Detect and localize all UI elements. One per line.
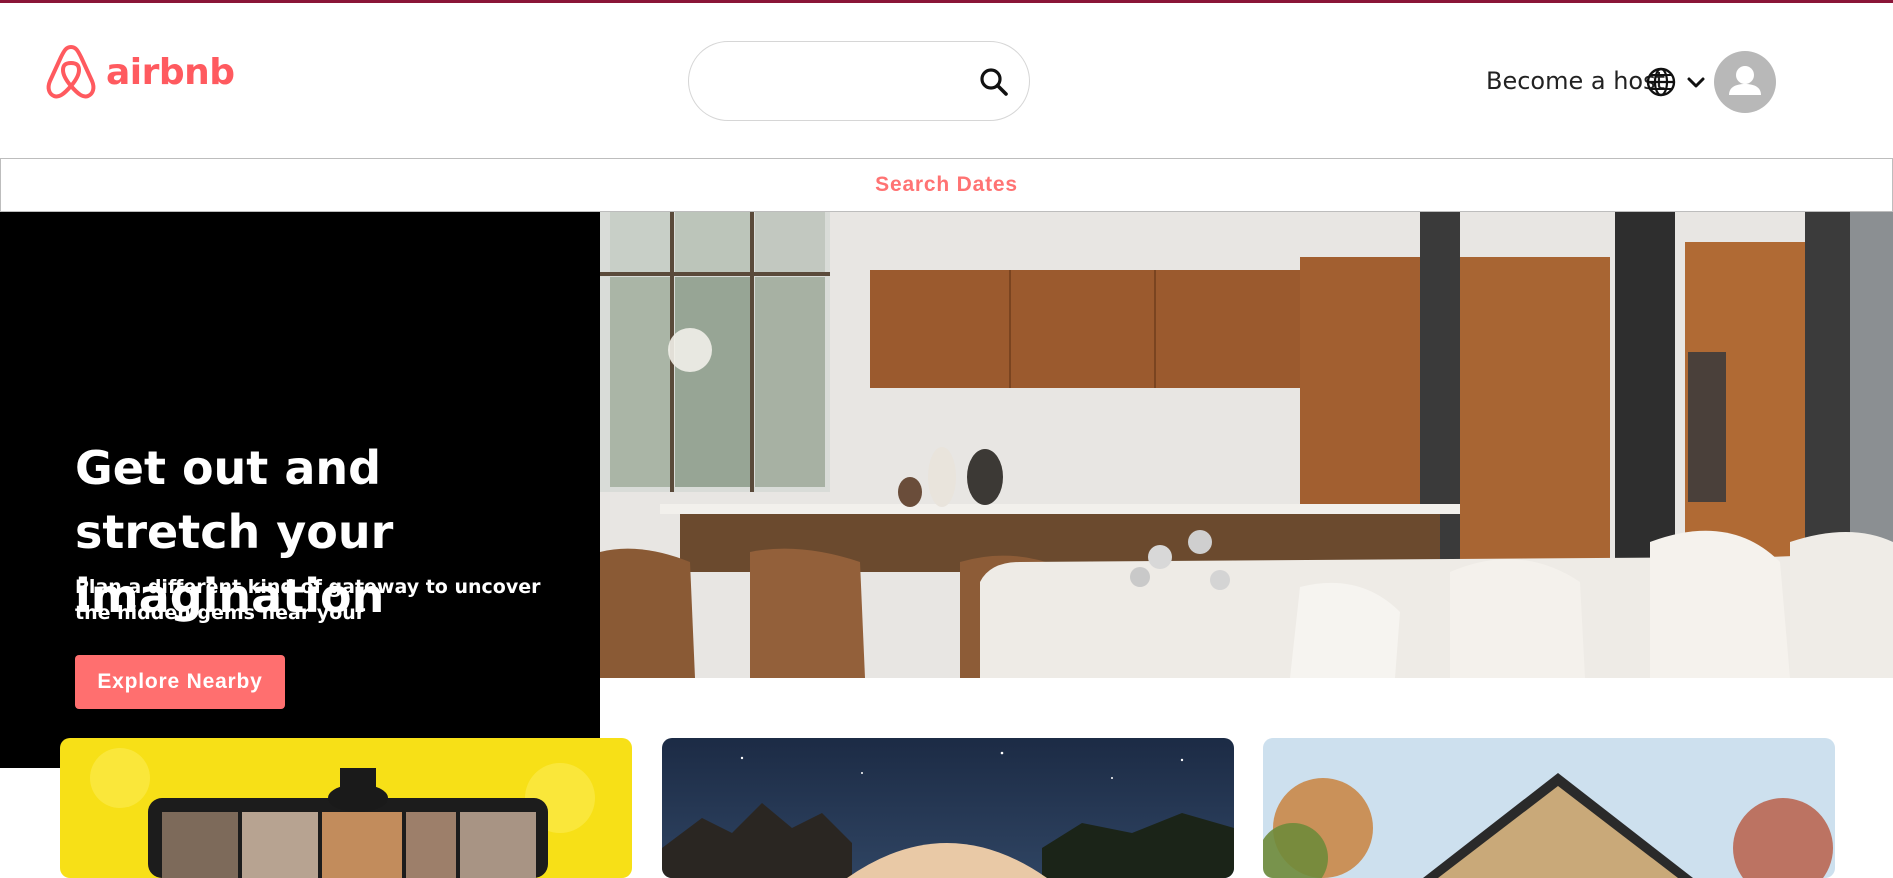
brand-name: airbnb xyxy=(106,51,235,93)
experience-card[interactable] xyxy=(60,738,632,878)
hero-panel: Get out and stretch your imagination Pla… xyxy=(0,212,600,768)
explore-nearby-button[interactable]: Explore Nearby xyxy=(75,655,285,709)
stay-card-dome[interactable] xyxy=(662,738,1234,878)
become-host-link[interactable]: Become a host xyxy=(1486,67,1665,95)
globe-icon[interactable] xyxy=(1645,66,1677,98)
user-silhouette-icon xyxy=(1729,66,1761,95)
stay-card-aframe[interactable] xyxy=(1263,738,1835,878)
airbnb-belo-icon xyxy=(46,45,96,99)
site-header: airbnb Become a host xyxy=(0,3,1893,158)
search-dates-button[interactable]: Search Dates xyxy=(0,158,1893,212)
hero-subtitle: Plan a different kind of gateway to unco… xyxy=(75,576,541,624)
online-experience-video-call-photo xyxy=(60,738,632,878)
search-input[interactable] xyxy=(715,64,945,100)
search-icon[interactable] xyxy=(977,65,1011,99)
a-frame-house-photo xyxy=(1263,738,1835,878)
geodesic-dome-night-sky-photo xyxy=(662,738,1234,878)
modern-kitchen-living-room-photo xyxy=(600,212,1893,678)
search-dates-label: Search Dates xyxy=(875,173,1018,196)
airbnb-logo[interactable]: airbnb xyxy=(44,43,235,101)
user-avatar-icon[interactable] xyxy=(1714,51,1776,113)
search-bar[interactable] xyxy=(688,41,1030,121)
chevron-down-icon[interactable] xyxy=(1686,73,1706,93)
hero-image xyxy=(600,212,1893,678)
